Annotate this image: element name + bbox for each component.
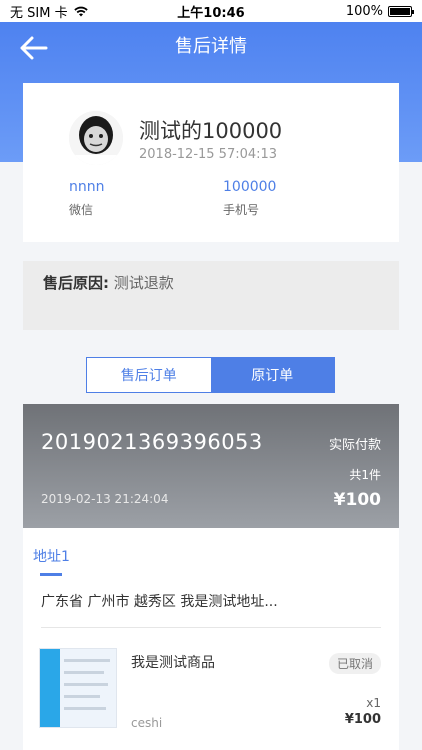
avatar-face-icon <box>69 111 123 165</box>
status-bar: 无 SIM 卡 上午10:46 100% <box>0 0 422 22</box>
order-summary-card: 2019021369396053 实际付款 共1件 2019-02-13 21:… <box>23 404 399 528</box>
battery-percent: 100% <box>345 3 383 19</box>
account-label: 微信 <box>69 203 94 217</box>
address-text: 广东省 广州市 越秀区 我是测试地址... <box>41 594 278 610</box>
avatar <box>69 111 123 165</box>
aftersale-reason: 售后原因: 测试退款 <box>23 261 399 330</box>
tab-aftersale-order[interactable]: 售后订单 <box>87 358 211 392</box>
account-value: nnnn <box>69 179 105 195</box>
product-price: ¥100 <box>344 712 381 727</box>
order-item-count: 共1件 <box>349 468 381 482</box>
status-badge: 已取消 <box>328 653 381 674</box>
order-detail-card: 地址1 广东省 广州市 越秀区 我是测试地址... 我是测试商品 已取消 x1 … <box>23 528 399 750</box>
customer-name: 测试的100000 <box>139 119 283 143</box>
phone-value: 100000 <box>223 179 277 195</box>
account-info: nnnn 微信 <box>69 179 105 218</box>
product-quantity: x1 <box>366 696 381 710</box>
product-spec: ceshi <box>131 716 163 730</box>
divider <box>41 627 381 628</box>
carrier-label: 无 SIM 卡 <box>10 5 68 21</box>
order-date: 2019-02-13 21:24:04 <box>41 492 169 506</box>
page-title: 售后详情 <box>175 36 247 57</box>
customer-card: 测试的100000 2018-12-15 57:04:13 nnnn 微信 10… <box>23 83 399 242</box>
battery-icon <box>388 5 414 17</box>
address-tab[interactable]: 地址1 <box>33 546 70 566</box>
customer-time: 2018-12-15 57:04:13 <box>139 147 278 162</box>
order-payment-status: 实际付款 <box>328 438 381 453</box>
phone-info: 100000 手机号 <box>223 179 276 218</box>
order-tabs: 售后订单 原订单 <box>86 357 335 393</box>
order-number: 2019021369396053 <box>41 430 263 454</box>
order-amount: ¥100 <box>333 490 381 510</box>
product-name: 我是测试商品 <box>131 655 215 671</box>
tab-original-order[interactable]: 原订单 <box>210 358 334 392</box>
address-tab-indicator <box>40 573 62 576</box>
wifi-icon <box>73 6 88 16</box>
phone-label: 手机号 <box>223 203 260 217</box>
reason-label: 售后原因: <box>43 274 109 292</box>
product-image <box>39 648 117 728</box>
reason-text: 测试退款 <box>113 274 174 292</box>
